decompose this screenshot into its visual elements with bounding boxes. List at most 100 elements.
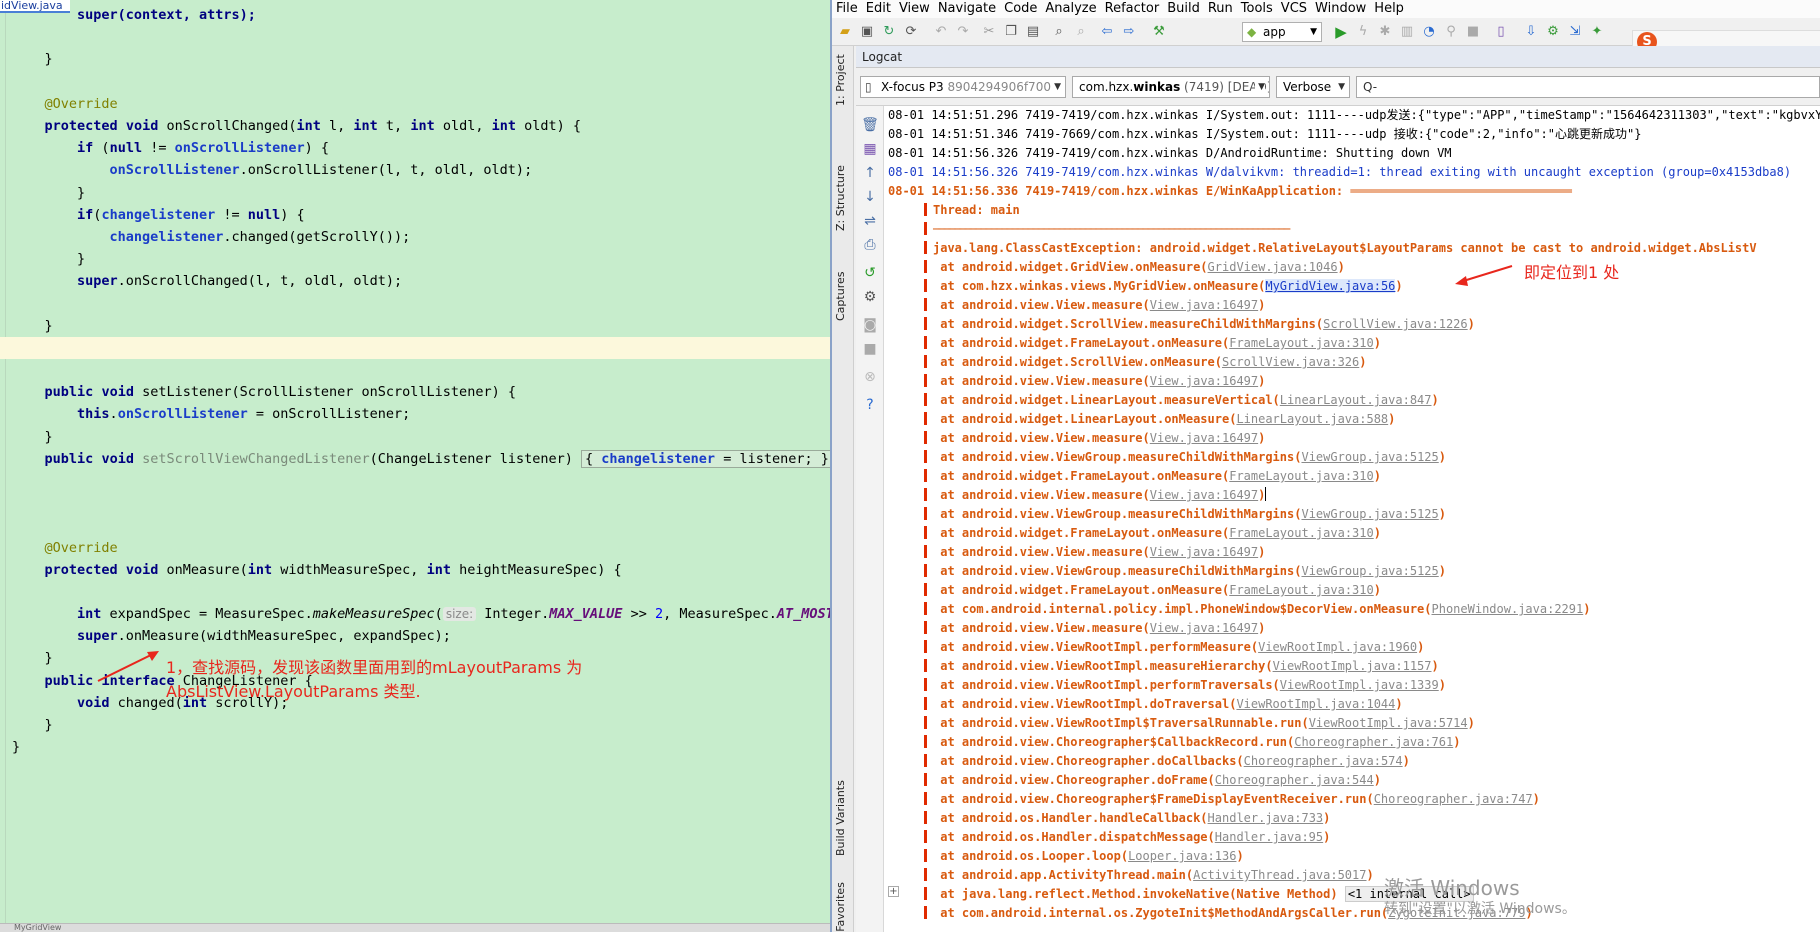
source-link[interactable]: Looper.java:136: [1128, 849, 1236, 863]
source-link[interactable]: ScrollView.java:1226: [1323, 317, 1468, 331]
paste-icon[interactable]: ▤: [1024, 23, 1042, 41]
sync-gradle-icon[interactable]: ⟳: [902, 23, 920, 41]
source-link[interactable]: Choreographer.java:747: [1374, 792, 1533, 806]
forward-icon[interactable]: ⇨: [1120, 23, 1138, 41]
project-tool-tab[interactable]: 1: Project: [834, 54, 847, 106]
help-icon[interactable]: ?: [861, 396, 879, 414]
find-icon[interactable]: ⌕: [1050, 23, 1068, 41]
down-arrow-icon[interactable]: ↓: [861, 188, 879, 206]
source-link[interactable]: View.java:16497: [1150, 488, 1258, 502]
source-link[interactable]: Choreographer.java:544: [1215, 773, 1374, 787]
source-link[interactable]: LinearLayout.java:588: [1236, 412, 1388, 426]
source-link[interactable]: ActivityThread.java:5017: [1193, 868, 1366, 882]
close-icon[interactable]: ⊗: [861, 368, 879, 386]
source-link[interactable]: ViewRootImpl.java:1339: [1280, 678, 1439, 692]
project-structure-icon[interactable]: ⚙: [1544, 23, 1562, 41]
menu-tools[interactable]: Tools: [1237, 0, 1277, 17]
device-select[interactable]: ▯ X-focus P3 8904294906f700 ▼: [860, 76, 1066, 98]
source-link[interactable]: ViewRootImpl.java:5714: [1309, 716, 1468, 730]
restart-icon[interactable]: ↺: [861, 264, 879, 282]
source-link[interactable]: View.java:16497: [1150, 545, 1258, 559]
screen-record-icon[interactable]: ■: [861, 340, 879, 358]
menu-edit[interactable]: Edit: [862, 0, 895, 17]
clear-logcat-icon[interactable]: 🗑: [861, 116, 879, 134]
run-config-select[interactable]: ◆ app ▼: [1242, 22, 1322, 42]
source-link[interactable]: ViewGroup.java:5125: [1301, 507, 1438, 521]
open-folder-icon[interactable]: ▰: [836, 23, 854, 41]
source-link[interactable]: View.java:16497: [1150, 298, 1258, 312]
sync-icon[interactable]: ↻: [880, 23, 898, 41]
code-area[interactable]: super(context, attrs); } @Override prote…: [0, 7, 830, 758]
menu-vcs[interactable]: VCS: [1277, 0, 1311, 17]
run-icon[interactable]: ▶: [1332, 23, 1350, 41]
attach-debugger-icon[interactable]: ⚲: [1442, 23, 1460, 41]
structure-tool-tab[interactable]: Z: Structure: [834, 165, 847, 231]
menu-code[interactable]: Code: [1000, 0, 1041, 17]
stop-icon[interactable]: ■: [1464, 23, 1482, 41]
make-project-icon[interactable]: ⚒: [1150, 23, 1168, 41]
source-link[interactable]: Handler.java:95: [1215, 830, 1323, 844]
undo-icon[interactable]: ↶: [932, 23, 950, 41]
source-link-highlighted[interactable]: MyGridView.java:56: [1265, 279, 1396, 293]
source-link[interactable]: FrameLayout.java:310: [1229, 336, 1374, 350]
menu-window[interactable]: Window: [1311, 0, 1370, 17]
source-link[interactable]: LinearLayout.java:847: [1280, 393, 1432, 407]
source-link[interactable]: FrameLayout.java:310: [1229, 526, 1374, 540]
source-link[interactable]: View.java:16497: [1150, 431, 1258, 445]
source-link[interactable]: ScrollView.java:326: [1222, 355, 1359, 369]
soft-wrap-icon[interactable]: ⇌: [861, 212, 879, 230]
log-level-select[interactable]: Verbose ▼: [1276, 76, 1350, 98]
settings-gear-icon[interactable]: ⚙: [861, 288, 879, 306]
apply-changes-icon[interactable]: ϟ: [1354, 23, 1372, 41]
coverage-icon[interactable]: ▥: [1398, 23, 1416, 41]
menu-refactor[interactable]: Refactor: [1101, 0, 1164, 17]
save-icon[interactable]: ▣: [858, 23, 876, 41]
logcat-search-input[interactable]: Q-: [1356, 76, 1820, 98]
menu-navigate[interactable]: Navigate: [934, 0, 1000, 17]
source-link[interactable]: Choreographer.java:574: [1244, 754, 1403, 768]
expand-icon[interactable]: +: [888, 886, 899, 897]
source-link[interactable]: ViewRootImpl.java:1044: [1236, 697, 1395, 711]
source-link[interactable]: PhoneWindow.java:2291: [1432, 602, 1584, 616]
scroll-to-end-icon[interactable]: ▦: [861, 140, 879, 158]
device-monitor-icon[interactable]: ⇲: [1566, 23, 1584, 41]
source-link[interactable]: ViewGroup.java:5125: [1301, 564, 1438, 578]
menu-file[interactable]: File: [832, 0, 862, 17]
replace-icon[interactable]: ⌕: [1072, 23, 1090, 41]
debug-icon[interactable]: ✱: [1376, 23, 1394, 41]
profile-icon[interactable]: ◔: [1420, 23, 1438, 41]
folded-block[interactable]: { changelistener = listener; }: [581, 449, 830, 468]
logcat-output[interactable]: 08-01 14:51:51.296 7419-7419/com.hzx.win…: [884, 106, 1820, 932]
avd-manager-icon[interactable]: ▯: [1492, 23, 1510, 41]
menu-build[interactable]: Build: [1163, 0, 1204, 17]
captures-tool-tab[interactable]: Captures: [834, 272, 847, 321]
process-select[interactable]: com.hzx.winkas (7419) [DEAD] ▼: [1072, 76, 1270, 98]
layout-inspector-icon[interactable]: ✦: [1588, 23, 1606, 41]
source-link[interactable]: ViewRootImpl.java:1157: [1273, 659, 1432, 673]
build-variants-tool-tab[interactable]: Build Variants: [834, 780, 847, 856]
favorites-tool-tab[interactable]: 2: Favorites: [834, 882, 847, 932]
stack-frame: at android.widget.LinearLayout.onMeasure…: [924, 410, 1395, 429]
source-link[interactable]: Choreographer.java:761: [1294, 735, 1453, 749]
source-link[interactable]: View.java:16497: [1150, 374, 1258, 388]
menu-view[interactable]: View: [895, 0, 934, 17]
source-link[interactable]: ViewGroup.java:5125: [1301, 450, 1438, 464]
sdk-manager-icon[interactable]: ⇩: [1522, 23, 1540, 41]
code-editor[interactable]: idView.java super(context, attrs); } @Ov…: [0, 0, 830, 932]
screenshot-icon[interactable]: ◙: [861, 316, 879, 334]
menu-run[interactable]: Run: [1204, 0, 1237, 17]
cut-icon[interactable]: ✂: [980, 23, 998, 41]
back-icon[interactable]: ⇦: [1098, 23, 1116, 41]
up-arrow-icon[interactable]: ↑: [861, 164, 879, 182]
source-link[interactable]: FrameLayout.java:310: [1229, 583, 1374, 597]
copy-icon[interactable]: ❐: [1002, 23, 1020, 41]
redo-icon[interactable]: ↷: [954, 23, 972, 41]
source-link[interactable]: Handler.java:733: [1208, 811, 1324, 825]
source-link[interactable]: GridView.java:1046: [1208, 260, 1338, 274]
source-link[interactable]: FrameLayout.java:310: [1229, 469, 1374, 483]
source-link[interactable]: View.java:16497: [1150, 621, 1258, 635]
print-icon[interactable]: ⎙: [861, 236, 879, 254]
menu-help[interactable]: Help: [1370, 0, 1408, 17]
source-link[interactable]: ViewRootImpl.java:1960: [1258, 640, 1417, 654]
menu-analyze[interactable]: Analyze: [1041, 0, 1100, 17]
